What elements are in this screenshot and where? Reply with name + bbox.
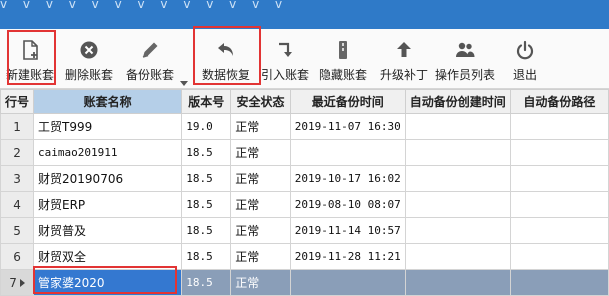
version: 18.5 [181,165,232,192]
auto-backup-path [509,191,609,218]
auto-backup-path [509,113,609,140]
upgrade-arrow-icon [393,39,415,61]
last-backup-time [289,269,406,296]
delete-account-button[interactable]: 删除账套 [62,29,116,88]
upgrade-patch-label: 升级补丁 [379,68,428,82]
version: 19.0 [181,113,232,140]
auto-backup-created [404,217,511,244]
security-status: 正常 [230,139,291,166]
last-backup-time: 2019-11-28 11:21 [289,243,406,270]
security-status: 正常 [230,243,291,270]
exit-label: 退出 [512,68,537,82]
row-number: 1 [0,113,35,140]
new-account-button[interactable]: 新建账套 [2,29,58,88]
title-bar: v v v v v v v v v v v v v [0,0,609,29]
delete-circle-icon [78,39,100,61]
auto-backup-created [404,191,511,218]
hide-account-button[interactable]: 隐藏账套 [316,29,370,88]
row-pointer-icon [19,279,25,287]
hide-account-label: 隐藏账套 [318,68,367,82]
col-auto-backup-created[interactable]: 自动备份创建时间 [404,89,511,114]
table-row[interactable]: 6 财贸双全 18.5 正常 2019-11-28 11:21 [0,243,609,270]
col-last-backup-time[interactable]: 最近备份时间 [289,89,406,114]
account-name[interactable]: caimao201911 [33,139,183,166]
account-table: 行号 账套名称 版本号 安全状态 最近备份时间 自动备份创建时间 自动备份路径 … [0,89,609,296]
table-row[interactable]: 4 财贸ERP 18.5 正常 2019-08-10 08:07 [0,191,609,218]
last-backup-time: 2019-10-17 16:02 [289,165,406,192]
version: 18.5 [181,243,232,270]
account-name[interactable]: 工贸T999 [33,113,183,140]
account-name[interactable]: 财贸双全 [33,243,183,270]
toolbar: 新建账套 删除账套 备份账套 数据恢复 引入账套 隐藏账套 升级补丁 操作员列表… [0,29,609,89]
account-name[interactable]: 财贸ERP [33,191,183,218]
security-status: 正常 [230,165,291,192]
col-security-status[interactable]: 安全状态 [230,89,291,114]
auto-backup-created [404,243,511,270]
version: 18.5 [181,139,232,166]
auto-backup-created [404,139,511,166]
table-row[interactable]: 1 工贸T999 19.0 正常 2019-11-07 16:30 [0,113,609,140]
col-version[interactable]: 版本号 [181,89,232,114]
auto-backup-created [404,165,511,192]
new-account-label: 新建账套 [5,68,54,82]
row-number: 4 [0,191,35,218]
delete-account-label: 删除账套 [64,68,113,82]
backup-account-button[interactable]: 备份账套 [122,29,178,88]
last-backup-time [289,139,406,166]
new-file-icon [19,39,41,61]
operator-list-label: 操作员列表 [434,68,495,82]
account-name[interactable]: 财贸20190706 [33,165,183,192]
security-status: 正常 [230,217,291,244]
row-number: 6 [0,243,35,270]
table-row[interactable]: 3 财贸20190706 18.5 正常 2019-10-17 16:02 [0,165,609,192]
pencil-icon [139,39,161,61]
row-number: 5 [0,217,35,244]
row-number: 7 [9,275,17,290]
last-backup-time: 2019-11-14 10:57 [289,217,406,244]
table-row-selected[interactable]: 7 管家婆2020 18.5 正常 [0,269,609,296]
import-account-label: 引入账套 [260,68,309,82]
row-number-cell: 7 [0,269,35,296]
users-icon [454,39,476,61]
auto-backup-path [509,243,609,270]
row-number: 3 [0,165,35,192]
version: 18.5 [181,269,232,296]
version: 18.5 [181,217,232,244]
account-name[interactable]: 管家婆2020 [33,269,183,296]
table-row[interactable]: 5 财贸普及 18.5 正常 2019-11-14 10:57 [0,217,609,244]
col-row-number[interactable]: 行号 [0,89,35,114]
upgrade-patch-button[interactable]: 升级补丁 [376,29,432,88]
data-restore-button[interactable]: 数据恢复 [196,29,256,88]
import-arrow-icon [274,39,296,61]
auto-backup-path [509,139,609,166]
version: 18.5 [181,191,232,218]
window-title: v v v v v v v v v v v v v [0,0,289,10]
operator-list-button[interactable]: 操作员列表 [432,29,498,88]
import-account-button[interactable]: 引入账套 [258,29,312,88]
last-backup-time: 2019-08-10 08:07 [289,191,406,218]
security-status: 正常 [230,191,291,218]
backup-dropdown-arrow-icon[interactable] [180,81,188,86]
last-backup-time: 2019-11-07 16:30 [289,113,406,140]
table-header: 行号 账套名称 版本号 安全状态 最近备份时间 自动备份创建时间 自动备份路径 [0,89,609,114]
auto-backup-created [404,113,511,140]
row-number: 2 [0,139,35,166]
auto-backup-path [509,217,609,244]
data-restore-label: 数据恢复 [201,68,250,82]
auto-backup-path [509,165,609,192]
auto-backup-path [509,269,609,296]
account-name[interactable]: 财贸普及 [33,217,183,244]
undo-arrow-icon [215,39,237,61]
col-account-name[interactable]: 账套名称 [33,89,183,114]
security-status: 正常 [230,113,291,140]
table-row[interactable]: 2 caimao201911 18.5 正常 [0,139,609,166]
security-status: 正常 [230,269,291,296]
backup-account-label: 备份账套 [125,68,174,82]
archive-icon [332,39,354,61]
exit-button[interactable]: 退出 [506,29,544,88]
power-icon [514,39,536,61]
auto-backup-created [404,269,511,296]
col-auto-backup-path[interactable]: 自动备份路径 [509,89,609,114]
